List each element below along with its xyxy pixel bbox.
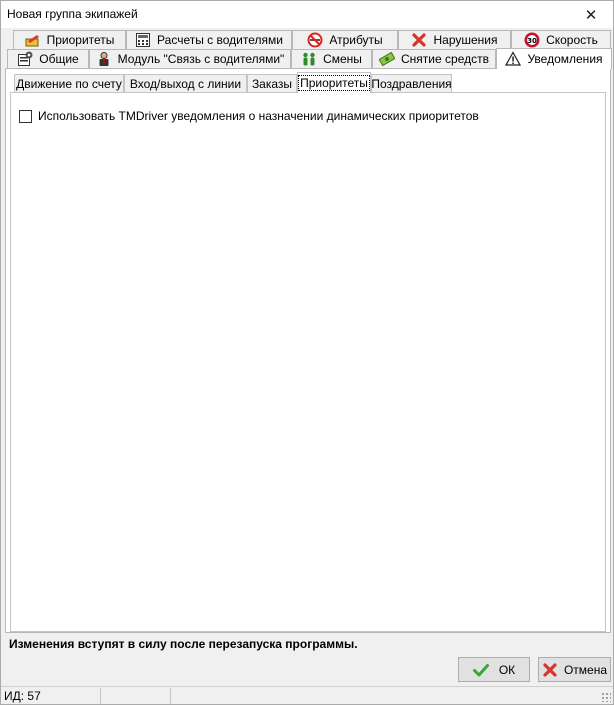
tab-violations[interactable]: Нарушения: [398, 30, 511, 49]
subtab-label: Вход/выход с линии: [129, 77, 242, 91]
ok-button[interactable]: ОК: [458, 657, 530, 682]
tab-label: Приоритеты: [46, 33, 115, 47]
checkmark-icon: [472, 662, 489, 678]
speed-limit-icon: 30: [524, 32, 540, 48]
red-x-icon: [411, 32, 427, 48]
tab-speed[interactable]: 30 Скорость: [511, 30, 611, 49]
status-id: ИД: 57: [1, 688, 101, 704]
warning-icon: [505, 51, 522, 67]
tab-attributes[interactable]: Атрибуты: [292, 30, 398, 49]
subtab-priorities[interactable]: Приоритеты: [297, 72, 371, 93]
properties-icon: [17, 51, 33, 67]
tab-label: Общие: [39, 52, 79, 66]
tab-shifts[interactable]: Смены: [291, 49, 372, 68]
subtab-line-login-logout[interactable]: Вход/выход с линии: [124, 74, 247, 93]
tab-driver-link-module[interactable]: Модуль "Связь с водителями": [89, 49, 291, 68]
dialog-window: Новая группа экипажей ✕ Приоритеты Расче…: [0, 0, 614, 705]
tab-label: Скорость: [546, 33, 598, 47]
ok-label: ОК: [498, 662, 516, 677]
notifications-tab-panel: Движение по счету Вход/выход с линии Зак…: [5, 68, 611, 633]
restart-notice: Изменения вступят в силу после перезапус…: [9, 637, 358, 651]
tab-general[interactable]: Общие: [7, 49, 89, 68]
tab-label: Нарушения: [433, 33, 498, 47]
tab-priorities[interactable]: Приоритеты: [13, 30, 126, 49]
subtab-label: Движение по счету: [16, 77, 122, 91]
speed-limit-value: 30: [527, 37, 537, 45]
tab-driver-payments[interactable]: Расчеты с водителями: [126, 30, 292, 49]
subtab-label: Приоритеты: [298, 75, 370, 91]
priorities-subtab-panel: Использовать TMDriver уведомления о назн…: [10, 92, 606, 632]
tab-notifications[interactable]: Уведомления: [496, 48, 612, 69]
tab-label: Снятие средств: [401, 52, 489, 66]
subtab-greetings[interactable]: Поздравления: [371, 74, 452, 93]
tab-label: Атрибуты: [329, 33, 383, 47]
priority-icon: [25, 32, 41, 48]
cancel-button[interactable]: Отмена: [538, 657, 611, 682]
subtab-label: Поздравления: [371, 77, 452, 91]
subtab-orders[interactable]: Заказы: [247, 74, 297, 93]
tab-label: Расчеты с водителями: [157, 33, 283, 47]
tab-label: Смены: [323, 52, 362, 66]
tmdriver-notifications-option[interactable]: Использовать TMDriver уведомления о назн…: [19, 109, 479, 123]
tab-label: Модуль "Связь с водителями": [117, 52, 285, 66]
driver-icon: [96, 51, 112, 67]
tmdriver-notifications-checkbox[interactable]: [19, 109, 32, 123]
title-bar: Новая группа экипажей ✕: [1, 1, 613, 28]
no-smoking-icon: [307, 32, 323, 48]
cancel-label: Отмена: [563, 662, 608, 677]
checkbox-label: Использовать TMDriver уведомления о назн…: [38, 109, 479, 123]
window-title: Новая группа экипажей: [7, 7, 138, 21]
people-icon: [301, 51, 317, 67]
tab-label: Уведомления: [527, 52, 603, 66]
tab-withdrawals[interactable]: Снятие средств: [372, 49, 496, 68]
status-cell-empty: [101, 688, 171, 704]
status-bar: ИД: 57: [1, 686, 613, 704]
subtab-account-movement[interactable]: Движение по счету: [14, 74, 124, 93]
money-icon: [379, 51, 396, 67]
resize-grip[interactable]: [601, 692, 611, 702]
cancel-x-icon: [542, 662, 558, 678]
calculator-icon: [135, 32, 151, 48]
close-icon[interactable]: ✕: [569, 1, 613, 28]
subtab-label: Заказы: [251, 77, 293, 91]
